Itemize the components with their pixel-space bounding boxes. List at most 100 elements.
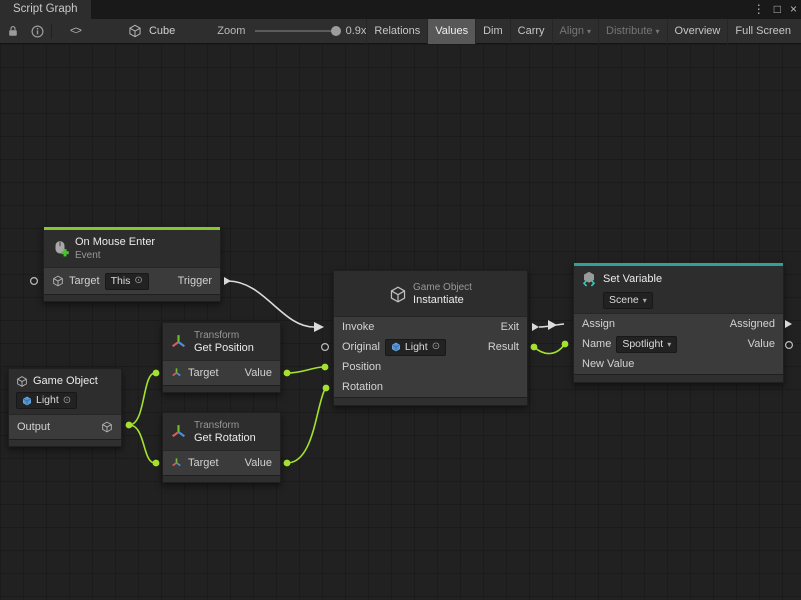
mouse-enter-icon [51, 240, 69, 258]
this-object-chip[interactable]: This ⊙ [105, 273, 149, 290]
zoom-slider-handle[interactable] [331, 26, 341, 36]
node-footer [163, 385, 280, 392]
dim-button[interactable]: Dim [475, 19, 510, 44]
node-category: Game Object [413, 281, 472, 294]
node-title: Game Object [33, 375, 98, 387]
position-label: Position [342, 361, 381, 373]
align-button[interactable]: Align▾ [552, 19, 598, 44]
variable-icon [581, 271, 597, 287]
target-label: Target [69, 275, 100, 287]
cube-icon [127, 22, 143, 40]
carry-button[interactable]: Carry [510, 19, 552, 44]
transform-icon [171, 367, 183, 379]
original-label: Original [342, 341, 380, 353]
game-object-icon [52, 275, 64, 287]
transform-icon [170, 423, 188, 441]
invoke-row: Invoke Exit [334, 317, 527, 337]
node-get-rotation[interactable]: Transform Get Rotation Target Value [162, 412, 281, 483]
dropdown-caret-icon: ▾ [643, 294, 647, 307]
game-object-icon [391, 342, 401, 352]
lock-icon[interactable] [5, 22, 21, 40]
light-object-chip[interactable]: Light ⊙ [16, 392, 77, 409]
variable-kind-dropdown[interactable]: Scene ▾ [603, 292, 653, 309]
new-value-label: New Value [582, 358, 634, 370]
values-button[interactable]: Values [427, 19, 475, 44]
game-object-icon [22, 396, 32, 406]
node-set-variable[interactable]: Set Variable Scene ▾ Assign Assigned Nam… [573, 262, 784, 383]
fullscreen-button[interactable]: Full Screen [727, 19, 798, 44]
node-header: Set Variable Scene ▾ [574, 266, 783, 314]
object-picker-icon[interactable]: ⊙ [63, 396, 71, 406]
node-footer [44, 294, 220, 301]
node-footer [574, 374, 783, 382]
graph-target-name: Cube [149, 25, 175, 37]
edit-code-icon[interactable]: <> [70, 25, 81, 37]
result-label: Result [488, 341, 519, 353]
output-row: Output [9, 415, 121, 439]
dropdown-caret-icon: ▾ [587, 27, 591, 36]
target-label: Target [188, 367, 219, 379]
output-label: Output [17, 421, 50, 433]
node-category: Transform [194, 419, 256, 432]
transform-icon [171, 457, 183, 469]
tab-bar: Script Graph ⋮ □ × [0, 0, 801, 19]
original-row: Original Light ⊙ Result [334, 337, 527, 357]
invoke-label: Invoke [342, 321, 374, 333]
new-value-row: New Value [574, 354, 783, 374]
object-picker-icon[interactable]: ⊙ [134, 276, 142, 286]
zoom-slider-track [255, 30, 337, 32]
info-icon[interactable] [29, 22, 45, 40]
target-row: Target This ⊙ Trigger [44, 268, 220, 294]
node-instantiate[interactable]: Game Object Instantiate Invoke Exit Orig… [333, 270, 528, 406]
maximize-icon[interactable]: □ [774, 0, 781, 19]
game-object-icon [389, 285, 407, 303]
node-title: Get Position [194, 342, 254, 355]
value-label: Value [245, 367, 272, 379]
node-header: Transform Get Rotation [163, 413, 280, 451]
node-title: Get Rotation [194, 432, 256, 445]
dropdown-caret-icon: ▾ [667, 338, 671, 351]
node-header: Transform Get Position [163, 323, 280, 361]
graph-toolbar: <> Cube Zoom 0.9x Relations Values Dim C… [0, 19, 801, 44]
node-on-mouse-enter[interactable]: On Mouse Enter Event Target This ⊙ Trigg… [43, 226, 221, 302]
node-title: On Mouse Enter [75, 236, 155, 249]
value-label: Value [748, 338, 775, 350]
tab-script-graph[interactable]: Script Graph [0, 0, 91, 19]
zoom-label: Zoom [217, 25, 245, 37]
game-object-icon [16, 375, 28, 387]
dropdown-caret-icon: ▾ [656, 27, 660, 36]
node-title: Instantiate [413, 294, 472, 307]
node-game-object-literal[interactable]: Game Object Light ⊙ Output [8, 368, 122, 447]
overview-button[interactable]: Overview [667, 19, 728, 44]
node-title: Set Variable [603, 273, 662, 285]
trigger-label: Trigger [178, 275, 212, 287]
node-footer [9, 439, 121, 446]
target-label: Target [188, 457, 219, 469]
toolbar-divider [51, 24, 52, 39]
zoom-slider[interactable] [255, 19, 337, 43]
node-subtitle: Event [75, 249, 155, 262]
name-row: Name Spotlight ▾ Value [574, 334, 783, 354]
node-get-position[interactable]: Transform Get Position Target Value [162, 322, 281, 393]
position-row: Position [334, 357, 527, 377]
light-object-chip[interactable]: Light ⊙ [385, 339, 446, 356]
target-row: Target Value [163, 451, 280, 475]
rotation-row: Rotation [334, 377, 527, 397]
exit-label: Exit [501, 321, 519, 333]
variable-name-dropdown[interactable]: Spotlight ▾ [616, 336, 677, 353]
relations-button[interactable]: Relations [366, 19, 427, 44]
assigned-label: Assigned [730, 318, 775, 330]
node-header: Game Object Instantiate [334, 271, 527, 317]
name-label: Name [582, 338, 611, 350]
transform-icon [170, 333, 188, 351]
node-category: Transform [194, 329, 254, 342]
node-footer [334, 397, 527, 405]
close-icon[interactable]: × [790, 0, 797, 19]
assign-row: Assign Assigned [574, 314, 783, 334]
object-picker-icon[interactable]: ⊙ [432, 342, 440, 352]
distribute-button[interactable]: Distribute▾ [598, 19, 666, 44]
game-object-icon [101, 421, 113, 433]
target-row: Target Value [163, 361, 280, 385]
rotation-label: Rotation [342, 381, 383, 393]
more-menu-icon[interactable]: ⋮ [753, 0, 765, 19]
